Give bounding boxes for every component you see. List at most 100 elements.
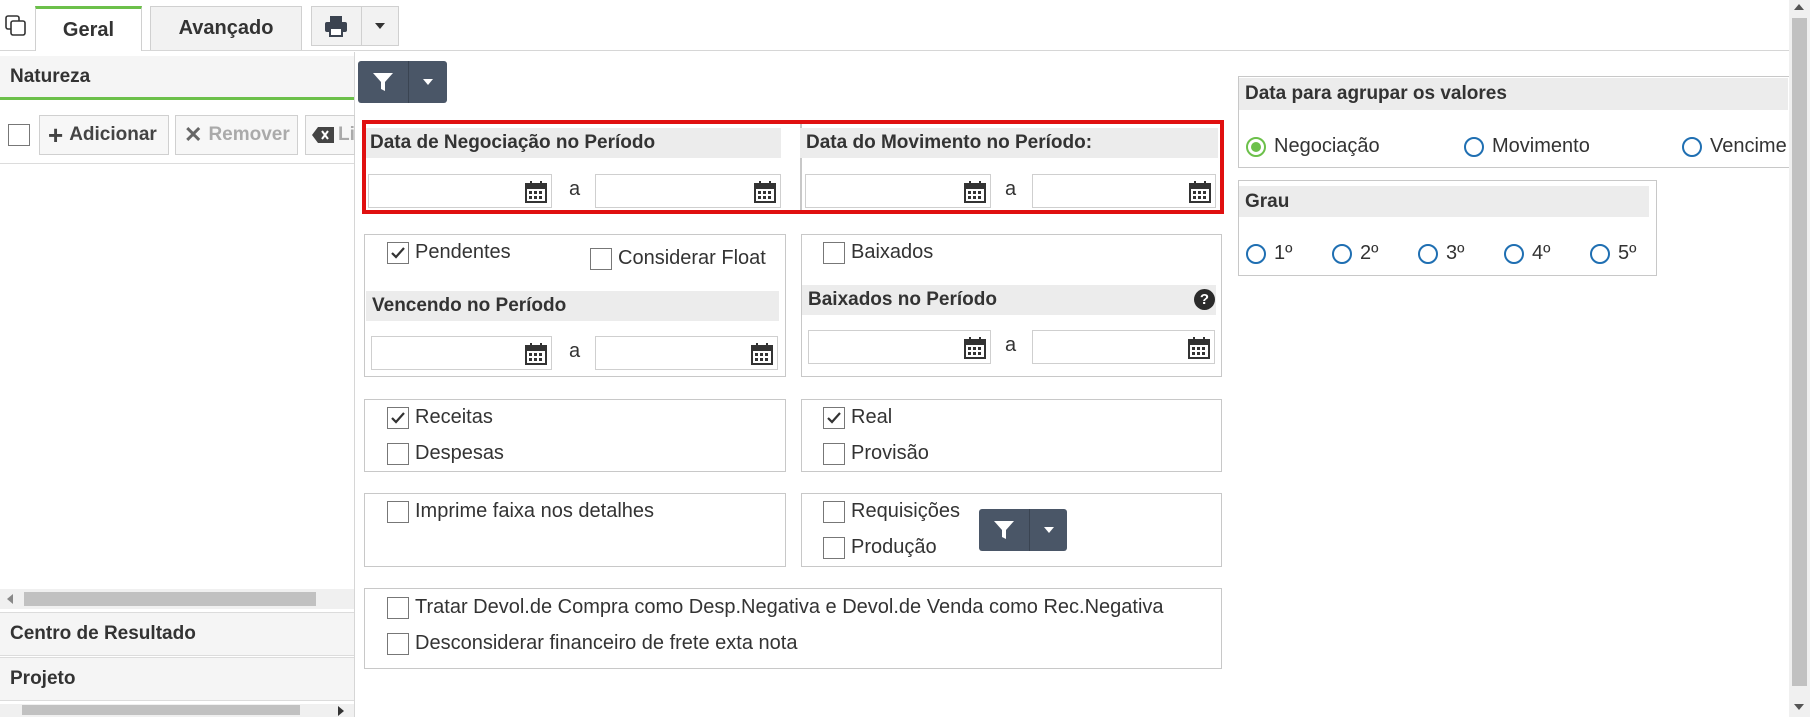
grau-option-2[interactable]: 2º (1332, 242, 1378, 265)
scroll-up-arrow[interactable] (1794, 4, 1804, 10)
radio-grau-3[interactable] (1418, 243, 1438, 264)
calendar-icon[interactable] (1188, 337, 1210, 359)
page-vertical-scrollbar[interactable] (1789, 0, 1810, 717)
tratar-devol-checkbox[interactable] (387, 596, 409, 619)
imprime-checkbox[interactable] (387, 500, 409, 523)
filter-icon (373, 73, 393, 91)
tab-avancado[interactable]: Avançado (150, 6, 302, 50)
frete-checkbox[interactable] (387, 632, 409, 655)
natureza-scroll-thumb[interactable] (24, 592, 316, 606)
radio-negociacao[interactable] (1246, 136, 1266, 157)
tratar-devol-checkbox-row[interactable]: Tratar Devol.de Compra como Desp.Negativ… (387, 596, 1164, 619)
real-checkbox-row[interactable]: Real (823, 406, 892, 429)
checkmark-icon (391, 246, 405, 259)
calendar-icon[interactable] (525, 343, 547, 365)
requisicoes-filter-button[interactable] (979, 509, 1030, 551)
printer-icon (325, 16, 348, 37)
despesas-label: Despesas (415, 442, 504, 464)
grau-option-5[interactable]: 5º (1590, 242, 1636, 265)
calendar-icon[interactable] (964, 337, 986, 359)
pendentes-checkbox[interactable] (387, 241, 409, 264)
radio-grau-5[interactable] (1590, 243, 1610, 264)
imprime-checkbox-row[interactable]: Imprime faixa nos detalhes (387, 500, 654, 523)
grau-option-3-label: 3º (1446, 242, 1465, 264)
bottom-scroll-thumb[interactable] (22, 705, 300, 715)
natureza-select-all-checkbox[interactable] (8, 124, 30, 152)
baixados-checkbox-row[interactable]: Baixados (823, 241, 933, 264)
baixados-end-date-input[interactable] (1032, 330, 1215, 364)
float-checkbox-row[interactable]: Considerar Float (590, 247, 766, 270)
remove-button[interactable]: ✕ Remover (175, 115, 298, 155)
radio-grau-2[interactable] (1332, 243, 1352, 264)
scroll-right-arrow[interactable] (338, 706, 344, 716)
agrupar-option-vencimento[interactable]: Vencime (1682, 135, 1787, 158)
despesas-checkbox[interactable] (387, 442, 409, 465)
clear-button-label: Li (338, 124, 355, 145)
requisicoes-checkbox[interactable] (823, 500, 845, 523)
receitas-checkbox[interactable] (387, 406, 409, 429)
provisao-checkbox-row[interactable]: Provisão (823, 442, 929, 465)
frete-checkbox-row[interactable]: Desconsiderar financeiro de frete exta n… (387, 632, 797, 655)
scrollbar-thumb[interactable] (1792, 18, 1807, 686)
radio-vencimento[interactable] (1682, 136, 1702, 157)
tab-geral[interactable]: Geral (35, 6, 142, 51)
vencendo-period-title: Vencendo no Período (366, 291, 779, 321)
despesas-checkbox-row[interactable]: Despesas (387, 442, 504, 465)
print-dropdown-button[interactable] (362, 7, 398, 45)
agrupar-option-movimento[interactable]: Movimento (1464, 135, 1590, 158)
caret-down-icon (374, 23, 385, 29)
radio-movimento[interactable] (1464, 136, 1484, 157)
grau-option-1-label: 1º (1274, 242, 1293, 264)
receitas-checkbox-row[interactable]: Receitas (387, 406, 493, 429)
vencendo-end-date-input[interactable] (595, 336, 778, 370)
filter-button[interactable] (358, 61, 409, 103)
help-icon[interactable]: ? (1194, 289, 1215, 310)
natureza-title: Natureza (10, 65, 91, 87)
scroll-down-arrow[interactable] (1794, 704, 1804, 710)
producao-checkbox[interactable] (823, 536, 845, 559)
baixados-label: Baixados (851, 241, 934, 263)
receitas-label: Receitas (415, 406, 493, 428)
agrupar-option-negociacao[interactable]: Negociação (1246, 135, 1380, 158)
bottom-horizontal-scrollbar[interactable] (0, 704, 354, 717)
radio-grau-4[interactable] (1504, 243, 1524, 264)
baixados-period-title: Baixados no Período (802, 285, 1216, 315)
filter-icon (994, 521, 1014, 539)
caret-down-icon (423, 79, 433, 85)
agrupar-title-text: Data para agrupar os valores (1245, 83, 1507, 104)
baixados-checkbox[interactable] (823, 241, 845, 264)
toolbar-divider (0, 163, 354, 164)
print-button[interactable] (312, 7, 362, 45)
scroll-left-arrow[interactable] (7, 594, 13, 604)
requisicoes-filter-button-group (979, 509, 1067, 551)
producao-checkbox-row[interactable]: Produção (823, 536, 937, 559)
provisao-label: Provisão (851, 442, 929, 464)
grau-option-1[interactable]: 1º (1246, 242, 1292, 265)
copy-icon[interactable] (4, 14, 28, 38)
pendentes-checkbox-row[interactable]: Pendentes (387, 241, 511, 264)
float-checkbox[interactable] (590, 247, 612, 270)
add-button[interactable]: + Adicionar (39, 115, 169, 155)
calendar-icon[interactable] (751, 343, 773, 365)
projeto-header[interactable]: Projeto (0, 657, 354, 701)
float-label: Considerar Float (618, 247, 766, 269)
real-checkbox[interactable] (823, 406, 845, 429)
centro-resultado-header[interactable]: Centro de Resultado (0, 612, 354, 656)
filter-dropdown-button[interactable] (409, 61, 447, 103)
imprime-label: Imprime faixa nos detalhes (415, 500, 655, 522)
requisicoes-filter-dropdown-button[interactable] (1030, 509, 1067, 551)
natureza-horizontal-scrollbar[interactable] (0, 589, 354, 609)
radio-grau-1[interactable] (1246, 243, 1266, 264)
clear-button[interactable]: Li (305, 115, 355, 155)
baixados-start-date-input[interactable] (808, 330, 991, 364)
plus-icon: + (48, 120, 64, 150)
requisicoes-checkbox-row[interactable]: Requisições (823, 500, 960, 523)
provisao-checkbox[interactable] (823, 442, 845, 465)
baixados-range-sep: a (1005, 334, 1017, 356)
grau-option-4[interactable]: 4º (1504, 242, 1550, 265)
vencendo-start-date-input[interactable] (371, 336, 552, 370)
grau-option-3[interactable]: 3º (1418, 242, 1464, 265)
projeto-title: Projeto (10, 668, 76, 689)
agrupar-title: Data para agrupar os valores (1239, 78, 1788, 110)
natureza-header[interactable]: Natureza (0, 56, 354, 100)
